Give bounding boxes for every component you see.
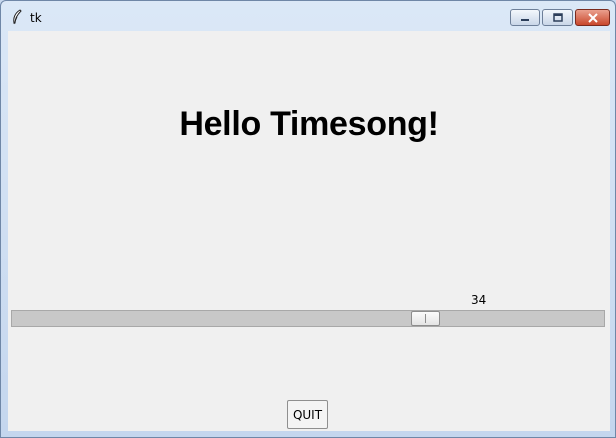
close-icon xyxy=(587,8,599,27)
app-window: tk Hello Timesong! 34 QUIT xyxy=(0,0,616,438)
minimize-button[interactable] xyxy=(510,9,540,26)
minimize-icon xyxy=(519,8,531,27)
scale-slider-handle[interactable] xyxy=(411,311,440,326)
greeting-heading: Hello Timesong! xyxy=(179,105,439,143)
title-bar[interactable]: tk xyxy=(1,1,615,31)
maximize-button[interactable] xyxy=(542,9,573,26)
client-area: Hello Timesong! 34 QUIT xyxy=(8,31,610,431)
close-button[interactable] xyxy=(575,9,610,26)
scale-value-label: 34 xyxy=(471,293,487,307)
scale-trough[interactable] xyxy=(11,310,605,327)
quit-button[interactable]: QUIT xyxy=(287,400,328,429)
window-title: tk xyxy=(30,11,42,25)
feather-icon xyxy=(11,9,23,25)
maximize-icon xyxy=(552,8,564,27)
slider-grip xyxy=(425,314,426,323)
